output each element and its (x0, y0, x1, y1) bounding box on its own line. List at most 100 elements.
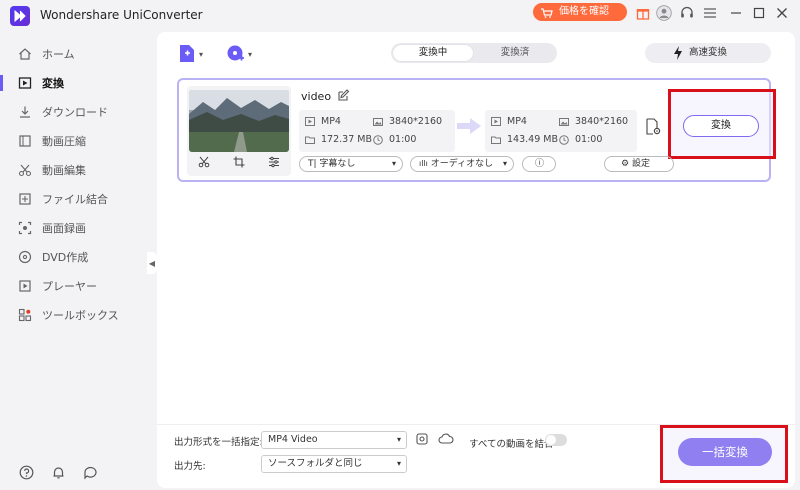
tab-converted[interactable]: 変換済 (475, 45, 555, 61)
thumbnail-panel (187, 86, 291, 176)
chevron-down-icon: ▾ (391, 159, 396, 168)
user-avatar-icon[interactable] (655, 4, 673, 22)
gift-icon[interactable] (634, 4, 652, 22)
price-check-button[interactable]: 価格を確認 (533, 3, 627, 21)
target-format: MP4 (507, 116, 527, 127)
info-button[interactable]: ⓘ (522, 156, 556, 172)
sidebar-item-home[interactable]: ホーム (0, 41, 150, 67)
output-format-label: 出力形式を一括指定: (174, 437, 263, 448)
tab-converting[interactable]: 変換中 (393, 45, 473, 61)
sidebar-item-compress[interactable]: 動画圧縮 (0, 128, 150, 154)
effects-icon[interactable] (268, 156, 280, 171)
source-duration: 01:00 (389, 134, 417, 145)
load-dvd-button[interactable]: ▾ (227, 44, 257, 67)
source-resolution: 3840*2160 (389, 116, 443, 127)
sidebar-item-record[interactable]: 画面録画 (0, 215, 150, 241)
target-duration: 01:00 (575, 134, 603, 145)
sidebar-item-merge[interactable]: ファイル結合 (0, 186, 150, 212)
svg-text:▾: ▾ (248, 50, 252, 59)
sidebar-item-dvd[interactable]: DVD作成 (0, 244, 150, 270)
sidebar-collapse-button[interactable]: ◀ (147, 252, 157, 274)
cart-icon (541, 7, 553, 25)
home-icon (18, 47, 32, 61)
chevron-down-icon: ▾ (396, 435, 401, 444)
file-card: video MP4 3840*2160 172.37 MB 01:00 MP4 … (177, 78, 776, 182)
crop-icon[interactable] (233, 156, 245, 171)
feedback-icon[interactable] (82, 464, 98, 480)
output-settings-icon[interactable] (644, 118, 662, 139)
sidebar-bottom-icons (18, 464, 98, 480)
sidebar-item-label: プレーヤー (42, 280, 97, 293)
dvd-icon (18, 250, 32, 264)
target-format-row: MP4 (491, 116, 527, 127)
sidebar-item-label: ファイル結合 (42, 193, 108, 206)
sidebar-item-player[interactable]: プレーヤー (0, 273, 150, 299)
resolution-icon (373, 117, 383, 127)
sidebar-item-label: ダウンロード (42, 106, 108, 119)
subtitle-value: 字幕なし (319, 159, 356, 169)
hardware-accel-icon[interactable] (415, 432, 429, 449)
settings-button[interactable]: ⚙ 設定 (604, 156, 674, 172)
target-duration-row: 01:00 (559, 134, 602, 145)
sidebar-item-download[interactable]: ダウンロード (0, 99, 150, 125)
menu-icon[interactable] (701, 4, 719, 22)
audio-select[interactable]: ıllı オーディオなし ▾ (410, 156, 514, 172)
help-icon[interactable] (18, 464, 34, 480)
toolbox-icon (18, 308, 32, 322)
merge-icon (18, 192, 32, 206)
status-tabs: 変換中 変換済 (391, 43, 557, 63)
chevron-down-icon: ▾ (396, 459, 401, 468)
folder-icon (305, 135, 315, 145)
clock-icon (373, 134, 383, 145)
sidebar-item-label: 動画編集 (42, 164, 86, 177)
audio-wave-icon: ıllı (419, 159, 428, 168)
player-icon (18, 279, 32, 293)
trim-icon[interactable] (198, 156, 210, 171)
chevron-down-icon: ▾ (502, 159, 507, 168)
source-format-row: MP4 (305, 116, 341, 127)
output-destination-select[interactable]: ソースフォルダと同じ ▾ (261, 455, 407, 473)
convert-icon (18, 76, 32, 90)
settings-label: 設定 (631, 159, 650, 169)
sidebar-item-label: 動画圧縮 (42, 135, 86, 148)
price-check-label: 価格を確認 (559, 6, 609, 17)
high-speed-convert-button[interactable]: 高速変換 (645, 43, 771, 63)
convert-arrow-icon (457, 118, 481, 137)
file-title: video (301, 90, 332, 103)
close-icon[interactable] (773, 4, 791, 22)
source-info: MP4 3840*2160 172.37 MB 01:00 (299, 110, 455, 152)
sidebar-item-toolbox[interactable]: ツールボックス (0, 302, 150, 328)
app-title: Wondershare UniConverter (40, 8, 203, 22)
target-size: 143.49 MB (507, 134, 558, 145)
maximize-icon[interactable] (750, 4, 768, 22)
sidebar: ホーム 変換 ダウンロード 動画圧縮 動画編集 ファイル結合 画面録画 DVD作… (0, 36, 150, 490)
cloud-icon[interactable] (438, 432, 454, 449)
rename-edit-icon[interactable] (337, 89, 350, 105)
svg-text:▾: ▾ (199, 50, 203, 59)
target-size-row: 143.49 MB (491, 134, 558, 145)
sidebar-item-label: 変換 (42, 77, 64, 90)
target-resolution: 3840*2160 (575, 116, 629, 127)
output-format-select[interactable]: MP4 Video ▾ (261, 431, 407, 449)
bell-icon[interactable] (50, 464, 66, 480)
output-destination-value: ソースフォルダと同じ (268, 458, 363, 469)
video-thumbnail[interactable] (189, 90, 289, 152)
thumbnail-tools (187, 156, 291, 171)
headset-icon[interactable] (678, 4, 696, 22)
merge-all-toggle[interactable] (545, 434, 567, 446)
source-size-row: 172.37 MB (305, 134, 372, 145)
sidebar-item-convert[interactable]: 変換 (0, 70, 150, 96)
subtitle-select[interactable]: T| 字幕なし ▾ (299, 156, 403, 172)
batch-convert-button[interactable]: 一括変換 (678, 438, 772, 466)
convert-button[interactable]: 変換 (683, 115, 759, 137)
target-info: MP4 3840*2160 143.49 MB 01:00 (485, 110, 637, 152)
source-resolution-row: 3840*2160 (373, 116, 442, 127)
add-file-button[interactable]: ▾ (179, 44, 209, 67)
sidebar-item-edit[interactable]: 動画編集 (0, 157, 150, 183)
audio-value: オーディオなし (430, 159, 494, 169)
minimize-icon[interactable] (727, 4, 745, 22)
scissors-icon (18, 163, 32, 177)
folder-icon (491, 135, 501, 145)
load-dvd-icon: ▾ (227, 45, 252, 61)
video-file-icon (491, 117, 501, 127)
